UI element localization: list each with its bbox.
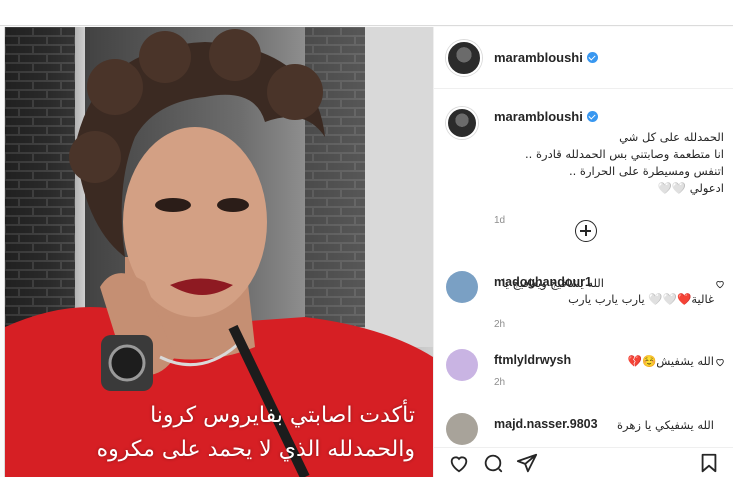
like-button[interactable] xyxy=(446,450,472,476)
add-comment-icon[interactable] xyxy=(575,220,597,242)
heart-icon xyxy=(450,456,468,473)
save-button[interactable] xyxy=(696,450,722,476)
heart-icon[interactable] xyxy=(715,279,725,289)
comment-button[interactable] xyxy=(480,450,506,476)
post-image[interactable]: تأكدت اصابتي بفايروس كرونا والحمدلله الذ… xyxy=(5,27,433,477)
caption-line-1: الحمدلله على كل شي xyxy=(619,130,724,144)
comment-text: الله يشافيج ويعافيج يا غالية❤️🤍🤍 يارب يا… xyxy=(502,276,714,306)
share-icon xyxy=(516,453,538,473)
comment-avatar[interactable] xyxy=(446,271,478,303)
comment-avatar[interactable] xyxy=(446,349,478,381)
share-button[interactable] xyxy=(514,450,540,476)
caption-text: الحمدلله على كل شي انا متطعمة وصابتني بس… xyxy=(494,129,724,197)
comment-time[interactable]: 2h xyxy=(494,319,505,330)
post-card: تأكدت اصابتي بفايروس كرونا والحمدلله الذ… xyxy=(4,27,733,477)
comment-text: الله يشفيش☺️💔 xyxy=(627,354,714,368)
bookmark-icon xyxy=(701,453,717,473)
caption-time[interactable]: 1d xyxy=(494,215,505,226)
comment-icon xyxy=(484,454,503,473)
caption-line-4: ادعولي 🤍🤍 xyxy=(657,181,724,195)
caption-username[interactable]: marambloushi xyxy=(494,109,598,124)
image-caption-line-1: تأكدت اصابتي بفايروس كرونا xyxy=(150,403,415,428)
caption-line-3: اتنفس ومسيطرة على الحرارة .. xyxy=(568,164,724,178)
top-bar xyxy=(0,0,733,26)
verified-icon xyxy=(586,111,598,122)
caption-line-2: انا متطعمة وصابتني بس الحمدلله قادرة .. xyxy=(525,147,724,161)
comment-text: الله يشفيكي يا زهرة xyxy=(616,418,714,432)
post-header: marambloushi xyxy=(434,27,733,89)
post-actions xyxy=(434,447,733,477)
author-avatar[interactable] xyxy=(446,39,482,76)
post-sidebar: marambloushi marambloushi الحمدلله على ك… xyxy=(433,27,733,477)
heart-icon[interactable] xyxy=(715,357,725,367)
comment-avatar[interactable] xyxy=(446,413,478,445)
caption-avatar[interactable] xyxy=(446,107,478,139)
author-username[interactable]: marambloushi xyxy=(494,50,598,65)
verified-icon xyxy=(586,52,598,63)
comment-time[interactable]: 2h xyxy=(494,377,505,388)
image-caption-line-2: والحمدلله الذي لا يحمد على مكروه xyxy=(96,437,415,462)
